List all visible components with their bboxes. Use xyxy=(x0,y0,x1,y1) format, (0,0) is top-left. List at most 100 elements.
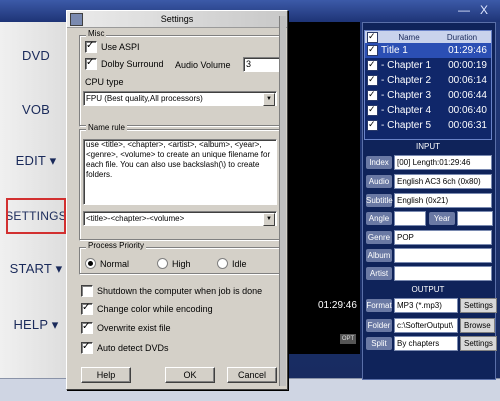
table-row[interactable]: - Chapter 1 00:00:19 xyxy=(365,58,491,73)
change-color-option[interactable]: Change color while encoding xyxy=(81,302,213,315)
use-aspi-checkbox[interactable] xyxy=(85,40,97,53)
title-list-header: Name Duration xyxy=(365,31,491,43)
nav-settings-button[interactable]: SETTINGS xyxy=(5,198,67,234)
overwrite-checkbox[interactable] xyxy=(81,321,93,334)
table-row[interactable]: Title 1 01:29:46 xyxy=(365,43,491,58)
subtitle-label: Subtitle xyxy=(366,194,393,207)
playback-time: 01:29:46 xyxy=(318,300,357,311)
auto-detect-option[interactable]: Auto detect DVDs xyxy=(81,341,169,354)
dialog-scrollbar[interactable] xyxy=(279,16,286,386)
cpu-type-select[interactable]: FPU (Best quality,All processors) ▼ xyxy=(83,91,277,106)
priority-normal-radio[interactable] xyxy=(85,258,96,269)
angle-select[interactable] xyxy=(394,211,426,226)
shutdown-option[interactable]: Shutdown the computer when job is done xyxy=(81,285,262,297)
year-field[interactable] xyxy=(457,211,493,226)
dolby-surround-option[interactable]: Dolby Surround xyxy=(85,57,164,70)
change-color-label: Change color while encoding xyxy=(97,304,213,314)
cpu-type-label: CPU type xyxy=(85,77,124,87)
browse-button[interactable]: Browse xyxy=(460,318,495,333)
change-color-checkbox[interactable] xyxy=(81,302,93,315)
index-row: Index [00] Length:01:29:46 xyxy=(366,155,492,170)
name-rule-select[interactable]: <title>-<chapter>-<volume> ▼ xyxy=(83,211,277,226)
nav-help-button[interactable]: HELP ▾ xyxy=(6,310,66,340)
nav-start-button[interactable]: START ▾ xyxy=(6,254,66,284)
priority-high-radio[interactable] xyxy=(157,258,168,269)
index-label: Index xyxy=(366,156,392,169)
ok-button[interactable]: OK xyxy=(165,367,215,383)
auto-detect-checkbox[interactable] xyxy=(81,341,93,354)
row-checkbox[interactable] xyxy=(367,44,378,56)
options-button[interactable]: OPT xyxy=(340,334,356,344)
row-checkbox[interactable] xyxy=(367,74,378,86)
app-icon xyxy=(70,13,83,26)
priority-idle-option[interactable]: Idle xyxy=(217,258,247,269)
shutdown-checkbox[interactable] xyxy=(81,285,93,297)
folder-label: Folder xyxy=(366,319,392,332)
genre-select[interactable]: POP xyxy=(394,230,492,245)
title-list: Name Duration Title 1 01:29:46 - Chapter… xyxy=(364,30,492,140)
folder-row: Folder c:\SofterOutput\ Browse xyxy=(366,318,495,333)
priority-idle-radio[interactable] xyxy=(217,258,228,269)
artist-field[interactable] xyxy=(394,266,492,281)
artist-row: Artist xyxy=(366,266,492,281)
angle-row: Angle Year xyxy=(366,211,493,226)
audio-select[interactable]: English AC3 6ch (0x80) xyxy=(394,174,492,189)
table-row[interactable]: - Chapter 4 00:06:40 xyxy=(365,103,491,118)
row-checkbox[interactable] xyxy=(367,89,378,101)
chevron-down-icon[interactable]: ▼ xyxy=(263,93,275,106)
nav-vob-button[interactable]: VOB xyxy=(6,94,66,124)
nav-panel: DVD VOB EDIT ▾ SETTINGS START ▾ HELP ▾ xyxy=(0,22,73,378)
table-row[interactable]: - Chapter 3 00:06:44 xyxy=(365,88,491,103)
album-field[interactable] xyxy=(394,248,492,263)
table-row[interactable]: - Chapter 5 00:06:31 xyxy=(365,118,491,133)
name-rule-value: <title>-<chapter>-<volume> xyxy=(86,214,185,223)
dialog-title-bar[interactable]: Settings xyxy=(67,11,287,28)
dolby-surround-checkbox[interactable] xyxy=(85,57,97,70)
row-duration: 00:00:19 xyxy=(448,60,487,71)
table-row[interactable]: - Chapter 2 00:06:14 xyxy=(365,73,491,88)
row-duration: 00:06:14 xyxy=(448,75,487,86)
format-settings-button[interactable]: Settings xyxy=(460,298,497,313)
album-row: Album xyxy=(366,248,492,263)
genre-row: Genre POP xyxy=(366,230,492,245)
nav-dvd-button[interactable]: DVD xyxy=(6,40,66,70)
format-select[interactable]: MP3 (*.mp3) xyxy=(394,298,458,313)
priority-high-label: High xyxy=(172,258,191,269)
split-select[interactable]: By chapters xyxy=(394,336,458,351)
folder-field[interactable]: c:\SofterOutput\ xyxy=(394,318,458,333)
format-row: Format MP3 (*.mp3) Settings xyxy=(366,298,497,313)
audio-volume-field[interactable]: 3 xyxy=(243,57,281,72)
album-label: Album xyxy=(366,249,392,262)
select-all-checkbox[interactable] xyxy=(367,31,378,43)
row-duration: 00:06:44 xyxy=(448,90,487,101)
row-checkbox[interactable] xyxy=(367,119,378,131)
cancel-button[interactable]: Cancel xyxy=(227,367,277,383)
duration-column-header[interactable]: Duration xyxy=(437,33,491,42)
priority-high-option[interactable]: High xyxy=(157,258,191,269)
name-column-header[interactable]: Name xyxy=(381,33,437,42)
name-rule-help-text: use <title>, <chapter>, <artist>, <album… xyxy=(83,139,277,205)
help-button[interactable]: Help xyxy=(81,367,131,383)
close-icon[interactable]: X xyxy=(478,4,490,16)
row-name: Title 1 xyxy=(381,45,408,56)
overwrite-option[interactable]: Overwrite exist file xyxy=(81,321,171,334)
priority-normal-label: Normal xyxy=(100,258,130,269)
row-checkbox[interactable] xyxy=(367,59,378,71)
split-settings-button[interactable]: Settings xyxy=(460,336,497,351)
nav-edit-button[interactable]: EDIT ▾ xyxy=(6,146,66,176)
index-select[interactable]: [00] Length:01:29:46 xyxy=(394,155,492,170)
overwrite-label: Overwrite exist file xyxy=(97,323,171,333)
priority-normal-option[interactable]: Normal xyxy=(85,258,129,269)
row-name: - Chapter 1 xyxy=(381,60,432,71)
subtitle-select[interactable]: English (0x21) xyxy=(394,193,492,208)
cpu-type-value: FPU (Best quality,All processors) xyxy=(86,94,203,103)
row-checkbox[interactable] xyxy=(367,104,378,116)
artist-label: Artist xyxy=(366,267,392,280)
use-aspi-option[interactable]: Use ASPI xyxy=(85,40,140,53)
chevron-down-icon[interactable]: ▼ xyxy=(263,213,275,226)
auto-detect-label: Auto detect DVDs xyxy=(97,343,169,353)
input-section-title: INPUT xyxy=(416,142,440,151)
audio-volume-label: Audio Volume xyxy=(175,60,231,70)
minimize-icon[interactable]: — xyxy=(458,4,470,16)
use-aspi-label: Use ASPI xyxy=(101,42,140,52)
